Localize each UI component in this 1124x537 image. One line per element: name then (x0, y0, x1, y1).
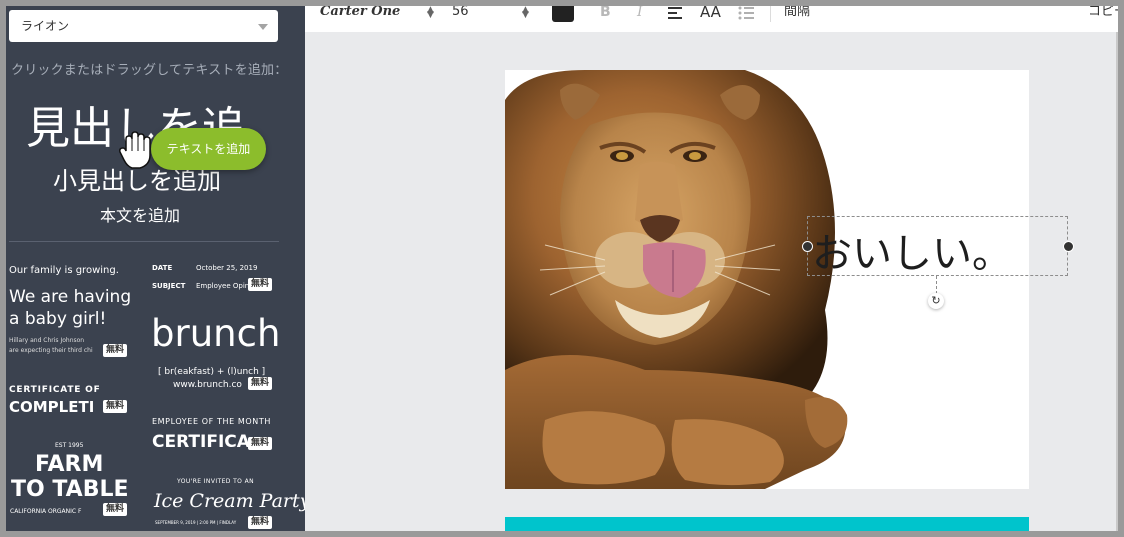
template-icecream-line3: SEPTEMBER 9, 2019 | 2:00 PM | FINDLAY (155, 520, 237, 525)
template-farm-line1: FARM (35, 452, 104, 477)
spacing-button[interactable]: 間隔 (784, 6, 810, 32)
next-page[interactable] (505, 517, 1029, 531)
template-brunch-line2: www.brunch.co (173, 380, 242, 390)
add-text-hint: クリックまたはドラッグしてテキストを追加： (11, 63, 288, 78)
template-farm-line2: TO TABLE (11, 477, 129, 502)
size-select-arrows-icon: ▲ ▼ (522, 6, 529, 20)
template-completion-line1: CERTIFICATE OF (9, 385, 101, 395)
template-employee-line2: CERTIFICA (152, 432, 250, 452)
toolbar-separator (770, 6, 771, 22)
sidebar-divider (9, 241, 279, 242)
text-toolbar: Carter One ▲▼ 56 ▲▼ B I AA 間隔 コピー (305, 6, 1118, 32)
template-family-line3: a baby girl! (9, 309, 107, 329)
template-memo-date-label: DATE (152, 264, 173, 272)
template-completion-line2: COMPLETI (9, 398, 95, 416)
template-brunch-line1: [ br(eakfast) + (l)unch ] (158, 367, 266, 377)
bold-button[interactable]: B (600, 6, 611, 32)
uppercase-button[interactable]: AA (700, 6, 721, 32)
lion-image[interactable] (505, 70, 1029, 489)
free-badge: 無料 (248, 516, 273, 529)
search-value: ライオン (21, 19, 70, 33)
resize-handle-right[interactable] (1063, 241, 1074, 252)
template-memo-subject-value: Employee Opinio (196, 282, 256, 290)
text-color-button[interactable] (552, 6, 574, 22)
drag-text-pill[interactable]: テキストを追加 (151, 128, 266, 170)
free-badge: 無料 (248, 437, 273, 450)
free-badge: 無料 (103, 400, 128, 413)
template-memo-subject-label: SUBJECT (152, 282, 186, 290)
font-select-arrows-icon: ▲ ▼ (427, 6, 434, 20)
free-badge: 無料 (248, 278, 273, 291)
resize-handle-left[interactable] (802, 241, 813, 252)
copy-button[interactable]: コピー (1088, 6, 1118, 32)
align-left-icon[interactable] (667, 6, 683, 20)
template-icecream-line2: Ice Cream Party (154, 490, 305, 512)
free-badge: 無料 (103, 503, 128, 516)
free-badge: 無料 (248, 377, 273, 390)
chevron-down-icon (258, 24, 268, 30)
text-sidebar: ライオン クリックまたはドラッグしてテキストを追加： 見出しを追 小見出しを追加… (6, 6, 305, 531)
template-family-line5: are expecting their third chi (9, 347, 93, 354)
template-memo-date-value: October 25, 2019 (196, 264, 258, 272)
list-icon[interactable] (737, 6, 755, 20)
search-select[interactable]: ライオン (9, 10, 278, 42)
selected-text-box[interactable]: おいしい。 (807, 216, 1068, 279)
design-page[interactable] (505, 70, 1029, 489)
template-family-line4: Hillary and Chris Johnson (9, 337, 85, 344)
rotate-icon[interactable]: ↻ (928, 293, 944, 309)
canvas-text[interactable]: おいしい。 (812, 221, 1012, 279)
free-badge: 無料 (103, 344, 128, 357)
font-size-select[interactable]: 56 (452, 6, 469, 32)
canvas-scrollbar[interactable] (1116, 32, 1118, 531)
template-family-line1: Our family is growing. (9, 265, 119, 276)
editor-frame: ライオン クリックまたはドラッグしてテキストを追加： 見出しを追 小見出しを追加… (6, 6, 1118, 531)
font-family-select[interactable]: Carter One (320, 6, 400, 32)
add-body-text-button[interactable]: 本文を追加 (100, 202, 180, 226)
italic-button[interactable]: I (637, 6, 643, 32)
grab-hand-cursor-icon (119, 131, 151, 169)
template-icecream-line1: YOU'RE INVITED TO AN (177, 478, 254, 485)
rotate-connector (936, 276, 937, 294)
template-family-line2: We are having (9, 287, 132, 307)
template-farm-line3: CALIFORNIA ORGANIC F (10, 508, 82, 515)
template-farm-est: EST 1995 (55, 442, 84, 449)
template-employee-line1: EMPLOYEE OF THE MONTH (152, 417, 271, 426)
template-brunch-title: brunch (151, 312, 281, 355)
